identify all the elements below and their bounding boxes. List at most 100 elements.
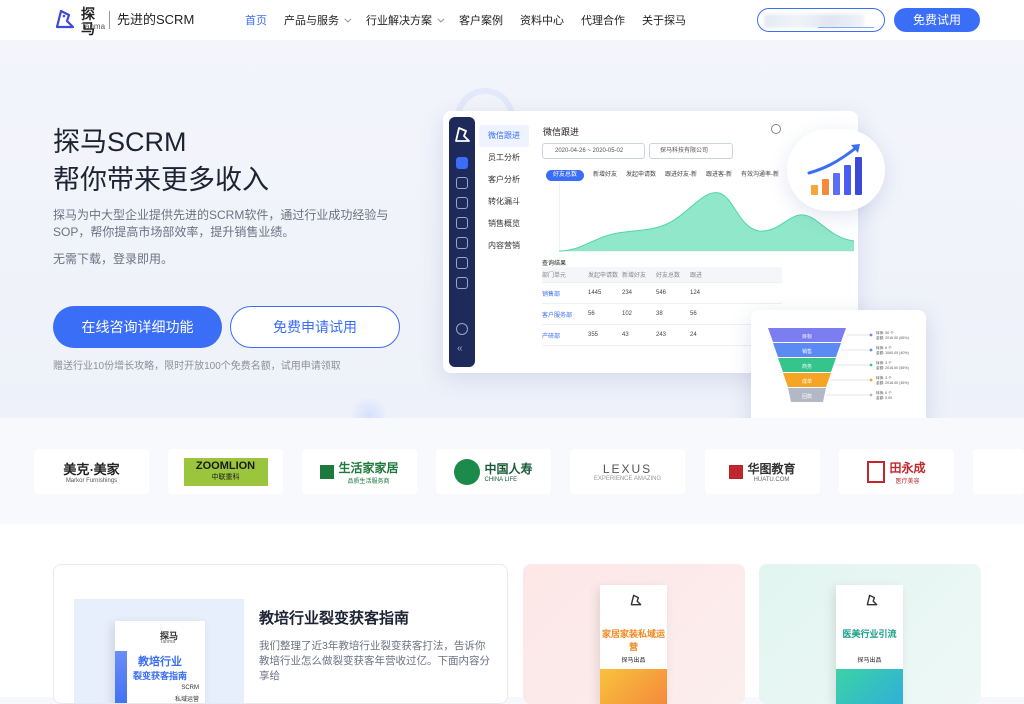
svg-text:成单: 成单 <box>802 378 812 385</box>
brand-mark-icon <box>867 460 886 483</box>
blurred-content <box>764 14 864 28</box>
table-cell: 43 <box>622 332 629 338</box>
svg-text:商务: 商务 <box>802 363 812 370</box>
account-pill[interactable] <box>757 8 885 32</box>
table-row: 销售部 1445 234 546 124 <box>542 283 782 304</box>
apply-trial-button[interactable]: 免费申请试用 <box>230 306 400 348</box>
svg-text:金额: 0.00: 金额: 0.00 <box>876 395 892 400</box>
inbox-icon <box>456 237 468 249</box>
client-logo-name: ZOOMLION <box>195 459 256 472</box>
client-logo-sub: 品质生活服务商 <box>347 478 390 485</box>
table-header-cell: 跟进 <box>690 273 703 279</box>
svg-text:金额: 2016.00 (55%): 金额: 2016.00 (55%) <box>876 365 909 370</box>
guide-card-title: 教培行业裂变获客指南 <box>259 610 410 627</box>
mockup-menu-item: 转化漏斗 <box>488 197 520 206</box>
funnel-card: 目标 销售 商务 成单 回款 转换: 50 个金额: 2016.00 (65%)… <box>751 310 926 430</box>
guide-card-description: 我们整理了近3年教培行业裂变获客打法，告诉你教培行业怎么做裂变获客年营收过亿。下… <box>259 640 490 682</box>
client-logo-shenghuojia: 生活家家居 品质生活服务商 <box>302 449 417 494</box>
book-sub: 探马出品 <box>621 658 646 664</box>
hero-subtitle: 帮你带来更多收入 <box>53 165 269 195</box>
mockup-tab: 跟进客-新 <box>706 172 733 178</box>
client-logo-name: 田永成 <box>889 460 926 475</box>
hero-note: 无需下载，登录即用。 <box>53 252 174 266</box>
client-logo-chinalife: 中国人寿 CHINA LIFE <box>436 449 551 494</box>
svg-text:转换: 6 个: 转换: 6 个 <box>876 345 892 350</box>
svg-text:金额: 2016.00 (35%): 金额: 2016.00 (35%) <box>876 380 909 385</box>
book-sub: 探马出品 <box>857 658 882 664</box>
table-cell: 102 <box>622 311 633 317</box>
svg-text:金额: 1060.00 (40%): 金额: 1060.00 (40%) <box>876 350 909 355</box>
table-row: 产研部 355 43 243 24 <box>542 325 782 346</box>
table-cell: 56 <box>690 311 697 317</box>
table-cell: 产研部 <box>542 333 561 340</box>
svg-text:转换: 0 个: 转换: 0 个 <box>876 390 892 395</box>
table-header-cell: 部门单元 <box>542 273 567 279</box>
menu-item-home[interactable]: 首页 <box>245 12 267 28</box>
mockup-menu-item: 微信跟进 <box>479 125 529 147</box>
book-graphic <box>600 669 667 704</box>
book-sub: SCRM <box>181 685 199 691</box>
client-logo-name: LEXUS <box>602 461 653 476</box>
resources-section: 探马 Tanma 教培行业 裂变获客指南 SCRM 私域运营 教培行业裂变获客指… <box>0 524 1024 704</box>
client-logo-lexus: LEXUS EXPERIENCE AMAZING <box>570 449 685 494</box>
table-cell: 24 <box>690 332 697 338</box>
client-logo-name: 美克·美家 <box>63 462 120 477</box>
table-cell: 销售部 <box>542 291 561 298</box>
logo-slogan: 先进的SCRM <box>117 12 195 27</box>
cloud-icon <box>456 257 468 269</box>
growth-chart-icon <box>807 144 862 195</box>
tanma-logo-icon <box>630 594 642 606</box>
menu-item-cases[interactable]: 客户案例 <box>459 12 503 28</box>
top-navbar: 探马 Tanma 先进的SCRM 首页 产品与服务 行业解决方案 客户案例 资料… <box>0 0 1024 40</box>
tanma-logo-icon <box>55 9 75 29</box>
book-title: 教培行业 <box>138 656 182 668</box>
chevron-down-icon <box>437 15 445 23</box>
menu-item-resources[interactable]: 资料中心 <box>520 12 564 28</box>
free-trial-button[interactable]: 免费试用 <box>894 8 980 32</box>
mockup-tab: 新增好友 <box>593 172 618 178</box>
tanma-logo-icon <box>455 127 470 142</box>
book-spine <box>115 651 127 703</box>
consult-button[interactable]: 在线咨询详细功能 <box>53 306 222 348</box>
target-icon <box>456 217 468 229</box>
menu-item-solutions[interactable]: 行业解决方案 <box>366 12 445 28</box>
guide-card-medical[interactable]: 医美行业引流 探马出品 <box>759 564 981 704</box>
svg-text:转换: 3 个: 转换: 3 个 <box>876 360 892 365</box>
svg-text:回款: 回款 <box>802 393 812 400</box>
mockup-menu: 微信跟进 员工分析 客户分析 转化漏斗 销售概览 内容营销 <box>479 125 529 257</box>
chart-icon <box>456 157 468 169</box>
client-logo-name: 中国人寿 <box>484 462 533 476</box>
logo-name-en: Tanma <box>81 22 106 31</box>
users-icon <box>456 197 468 209</box>
hero-title: 探马SCRM <box>53 127 187 157</box>
mockup-menu-item: 内容营销 <box>488 241 520 250</box>
book-brand-en: Tanma <box>160 639 176 645</box>
guide-card-home[interactable]: 家居家装私域运营 探马出品 <box>523 564 745 704</box>
shield-icon <box>456 177 468 189</box>
svg-text:转换: 3 个: 转换: 3 个 <box>876 375 892 380</box>
client-logo-sub: CHINA LIFE <box>484 477 518 483</box>
brand-mark-icon <box>320 464 335 479</box>
client-logo-sub: 中联重科 <box>211 473 240 481</box>
funnel-illustration: 目标 销售 商务 成单 回款 转换: 50 个金额: 2016.00 (65%)… <box>768 328 909 402</box>
table-cell: 546 <box>656 290 667 296</box>
svg-text:金额: 2016.00 (65%): 金额: 2016.00 (65%) <box>876 335 909 340</box>
hero-description: 探马为中大型企业提供先进的SCRM软件，通过行业成功经验与SOP，帮你提高市场部… <box>53 208 389 239</box>
guide-card-education[interactable]: 探马 Tanma 教培行业 裂变获客指南 SCRM 私域运营 教培行业裂变获客指… <box>53 564 508 704</box>
guide-book-cover: 探马 Tanma 教培行业 裂变获客指南 SCRM 私域运营 <box>115 621 205 703</box>
guide-book-cover: 医美行业引流 探马出品 <box>836 585 903 704</box>
menu-item-products[interactable]: 产品与服务 <box>284 12 352 28</box>
menu-item-about[interactable]: 关于探马 <box>642 12 686 28</box>
menu-item-partners[interactable]: 代理合作 <box>581 12 625 28</box>
mockup-title: 微信跟进 <box>543 127 580 137</box>
book-graphic <box>836 669 903 704</box>
guide-book-cover: 家居家装私域运营 探马出品 <box>600 585 667 704</box>
settings-icon <box>456 323 468 335</box>
table-header-cell: 新增好友 <box>622 273 647 279</box>
brand-logo[interactable]: 探马 Tanma 先进的SCRM <box>53 7 194 37</box>
table-cell: 客户服务部 <box>542 312 573 319</box>
mockup-menu-item: 客户分析 <box>488 175 520 184</box>
client-logo-sub: Markor Furnishings <box>65 478 118 484</box>
collapse-icon: « <box>457 343 463 354</box>
mockup-date-range: 2020-04-26 ~ 2020-05-02 <box>542 143 645 159</box>
